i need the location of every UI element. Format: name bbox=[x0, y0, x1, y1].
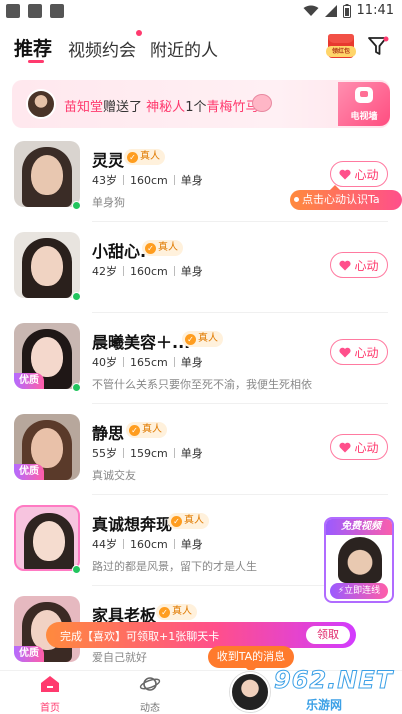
verified-badge: ✓ 真人 bbox=[168, 513, 209, 529]
user-name: 晨曦美容＋... bbox=[92, 333, 191, 352]
user-signature: 单身狗 bbox=[92, 196, 125, 209]
check-icon: ✓ bbox=[127, 151, 138, 163]
red-packet-label: 领红包 bbox=[326, 46, 356, 57]
signal-icon bbox=[324, 4, 337, 17]
heart-button[interactable]: 心动 bbox=[330, 252, 388, 278]
user-name: 静思 bbox=[92, 424, 125, 443]
check-icon: ✓ bbox=[159, 606, 170, 618]
heart-icon bbox=[339, 260, 352, 270]
status-bar: 11:41 bbox=[0, 0, 402, 26]
task-text: 完成【喜欢】可领取+1张聊天卡 bbox=[60, 630, 220, 643]
planet-icon bbox=[139, 677, 161, 691]
gift-banner[interactable]: 苗知堂赠送了 神秘人1个青梅竹马 bbox=[12, 80, 390, 128]
profile-photo[interactable] bbox=[14, 232, 80, 298]
user-meta: 42岁 160cm 单身 bbox=[92, 265, 203, 278]
site-watermark: 962.NET 乐游网 bbox=[273, 666, 394, 713]
task-bar[interactable]: 完成【喜欢】可领取+1张聊天卡 领取 bbox=[46, 622, 356, 648]
home-icon bbox=[41, 676, 59, 692]
quality-badge: 优质 bbox=[14, 464, 44, 480]
avatar[interactable] bbox=[230, 672, 270, 712]
free-video-title: 免费视频 bbox=[326, 519, 392, 535]
verified-badge: ✓ 真人 bbox=[156, 604, 197, 620]
list-item[interactable]: 灵灵 ✓ 真人 43岁 160cm 单身 单身狗 心动 bbox=[0, 141, 402, 231]
battery-icon bbox=[342, 3, 351, 18]
online-indicator bbox=[72, 292, 81, 301]
user-name: 真诚想奔现 bbox=[92, 515, 173, 534]
user-name: 小甜心. bbox=[92, 242, 147, 261]
quality-badge: 优质 bbox=[14, 646, 44, 662]
user-meta: 55岁 159cm 单身 bbox=[92, 447, 203, 460]
check-icon: ✓ bbox=[145, 242, 156, 254]
profile-photo[interactable] bbox=[14, 505, 80, 571]
tab-video-date[interactable]: 视频约会 bbox=[68, 36, 136, 61]
gift-banner-text: 苗知堂赠送了 神秘人1个青梅竹马 bbox=[64, 100, 259, 115]
heart-icon bbox=[339, 169, 352, 179]
list-item[interactable]: 优质 晨曦美容＋... ✓ 真人 40岁 165cm 单身 不管什么关系只要你至死不渝… bbox=[0, 323, 402, 413]
nav-moments[interactable]: 动态 bbox=[120, 675, 180, 714]
check-icon: ✓ bbox=[129, 424, 140, 436]
heart-button[interactable]: 心动 bbox=[330, 161, 388, 187]
heart-tooltip: 点击心动认识Ta bbox=[290, 185, 402, 210]
profile-photo[interactable] bbox=[14, 141, 80, 207]
notification-icon bbox=[6, 4, 20, 18]
verified-badge: ✓ 真人 bbox=[182, 331, 223, 347]
free-video-card[interactable]: 免费视频 ⚡立即连线 bbox=[324, 517, 394, 603]
tab-recommend[interactable]: 推荐 bbox=[14, 34, 52, 61]
message-bubble[interactable]: 收到TA的消息 bbox=[208, 646, 294, 673]
avatar bbox=[26, 89, 56, 119]
user-name: 灵灵 bbox=[92, 151, 125, 170]
heart-icon bbox=[339, 347, 352, 357]
notification-icon bbox=[28, 4, 42, 18]
red-packet-button[interactable]: 领红包 bbox=[326, 34, 356, 58]
tv-icon bbox=[355, 87, 373, 103]
tab-nearby[interactable]: 附近的人 bbox=[150, 36, 218, 61]
user-meta: 44岁 160cm 单身 bbox=[92, 538, 203, 551]
check-icon: ✓ bbox=[171, 515, 182, 527]
check-icon: ✓ bbox=[185, 333, 196, 345]
online-indicator bbox=[72, 565, 81, 574]
list-item[interactable]: 小甜心. ✓ 真人 42岁 160cm 单身 心动 bbox=[0, 232, 402, 322]
tv-wall-button[interactable]: 电视墙 bbox=[338, 82, 390, 126]
user-signature: 爱自己就好 bbox=[92, 651, 147, 664]
user-signature: 不管什么关系只要你至死不渝，我便生死相依 bbox=[92, 378, 312, 391]
video-preview bbox=[338, 537, 382, 583]
verified-badge: ✓ 真人 bbox=[142, 240, 183, 256]
user-meta: 40岁 165cm 单身 bbox=[92, 356, 203, 369]
online-indicator bbox=[72, 383, 81, 392]
filter-icon[interactable] bbox=[366, 34, 390, 58]
heart-button[interactable]: 心动 bbox=[330, 434, 388, 460]
pig-gift-icon bbox=[252, 94, 272, 112]
online-indicator bbox=[72, 201, 81, 210]
claim-button[interactable]: 领取 bbox=[306, 626, 350, 644]
list-item[interactable]: 优质 静思 ✓ 真人 55岁 159cm 单身 真诚交友 心动 bbox=[0, 414, 402, 504]
status-time: 11:41 bbox=[356, 3, 394, 18]
verified-badge: ✓ 真人 bbox=[126, 422, 167, 438]
verified-badge: ✓ 真人 bbox=[124, 149, 165, 165]
user-signature: 真诚交友 bbox=[92, 469, 136, 482]
tab-active-indicator bbox=[28, 60, 44, 63]
notification-icon bbox=[50, 4, 64, 18]
heart-button[interactable]: 心动 bbox=[330, 339, 388, 365]
nav-home[interactable]: 首页 bbox=[20, 675, 80, 714]
heart-icon bbox=[339, 442, 352, 452]
user-meta: 43岁 160cm 单身 bbox=[92, 174, 203, 187]
tab-notification-dot bbox=[136, 30, 142, 36]
quality-badge: 优质 bbox=[14, 373, 44, 389]
user-signature: 路过的都是风景，留下的才是人生 bbox=[92, 560, 257, 573]
wifi-icon bbox=[303, 5, 319, 16]
